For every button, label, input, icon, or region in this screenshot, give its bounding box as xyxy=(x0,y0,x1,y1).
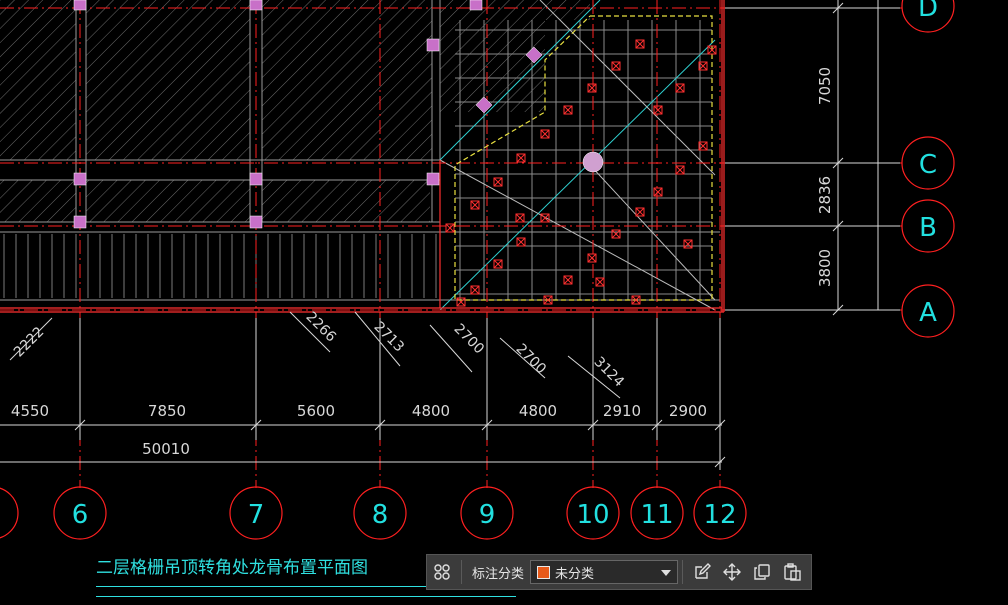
connector-marker xyxy=(675,83,685,93)
connector-marker xyxy=(635,39,645,49)
connector-marker xyxy=(493,177,503,187)
move-icon[interactable] xyxy=(717,557,747,587)
connector-marker xyxy=(456,297,466,307)
dim-diag-5: 2700 xyxy=(513,341,550,378)
dim-bottom-5: 4800 xyxy=(519,402,557,420)
axis-bubble-6: 6 xyxy=(72,500,89,530)
annotation-category-select[interactable]: 未分类 xyxy=(530,560,679,584)
toolbar-separator xyxy=(461,560,462,584)
dim-bottom-3: 5600 xyxy=(297,402,335,420)
dim-right-1: 7050 xyxy=(816,67,834,105)
dim-diag-4: 2700 xyxy=(451,321,488,358)
connector-marker xyxy=(653,187,663,197)
axis-bubble-10: 10 xyxy=(576,500,609,530)
cad-drawing-canvas[interactable]: 4550 7850 5600 4800 4800 2910 2900 50010… xyxy=(0,0,1008,605)
connector-marker xyxy=(635,207,645,217)
axis-bubble-7: 7 xyxy=(248,500,265,530)
connector-marker xyxy=(611,229,621,239)
connector-marker xyxy=(516,153,526,163)
axis-bubble-8: 8 xyxy=(372,500,389,530)
dim-bottom-1: 4550 xyxy=(11,402,49,420)
edit-icon[interactable] xyxy=(687,557,717,587)
connector-marker xyxy=(493,259,503,269)
connector-marker xyxy=(516,237,526,247)
connector-marker xyxy=(470,200,480,210)
axis-bubble-D: D xyxy=(918,0,938,23)
axis-bubble-11: 11 xyxy=(640,500,673,530)
toolbar-separator xyxy=(682,560,684,584)
connector-marker xyxy=(470,285,480,295)
axis-bubble-A: A xyxy=(919,298,937,328)
connector-marker xyxy=(540,213,550,223)
connector-marker xyxy=(595,277,605,287)
connector-marker xyxy=(587,253,597,263)
grid-icon[interactable] xyxy=(427,557,457,587)
hatched-ceiling-area xyxy=(0,0,590,222)
annotation-category-label: 标注分类 xyxy=(472,565,525,581)
axis-bubble-B: B xyxy=(919,213,937,243)
dim-bottom-4: 4800 xyxy=(412,402,450,420)
dim-bottom-6: 2910 xyxy=(603,402,641,420)
dim-diag-2: 2266 xyxy=(303,309,340,346)
dim-total: 50010 xyxy=(142,440,190,458)
connector-marker xyxy=(683,239,693,249)
grille-joists xyxy=(3,234,437,298)
category-select-value: 未分类 xyxy=(555,565,595,581)
dim-right-3: 3800 xyxy=(816,249,834,287)
category-color-swatch xyxy=(537,565,551,579)
dim-diag-1: 2222 xyxy=(11,324,48,361)
connector-marker xyxy=(587,83,597,93)
axis-bubble-12: 12 xyxy=(703,500,736,530)
title-underline-2 xyxy=(96,596,516,597)
annotation-toolbar: 标注分类 未分类 xyxy=(426,554,812,590)
paste-icon[interactable] xyxy=(777,557,807,587)
connector-marker xyxy=(563,275,573,285)
drawing-title: 二层格栅吊顶转角处龙骨布置平面图 xyxy=(96,558,368,578)
connector-marker xyxy=(540,129,550,139)
axis-bubble-C: C xyxy=(919,150,937,180)
dim-bottom-2: 7850 xyxy=(148,402,186,420)
chevron-down-icon xyxy=(661,570,672,576)
connector-marker xyxy=(445,223,455,233)
copy-icon[interactable] xyxy=(747,557,777,587)
connector-marker xyxy=(563,105,573,115)
dim-diag-6: 3124 xyxy=(591,354,628,391)
connector-marker xyxy=(675,165,685,175)
dim-right-2: 2836 xyxy=(816,176,834,214)
dim-bottom-7: 2900 xyxy=(669,402,707,420)
axis-bubble-9: 9 xyxy=(479,500,496,530)
connector-marker xyxy=(515,213,525,223)
connector-marker xyxy=(611,61,621,71)
connector-marker xyxy=(653,105,663,115)
